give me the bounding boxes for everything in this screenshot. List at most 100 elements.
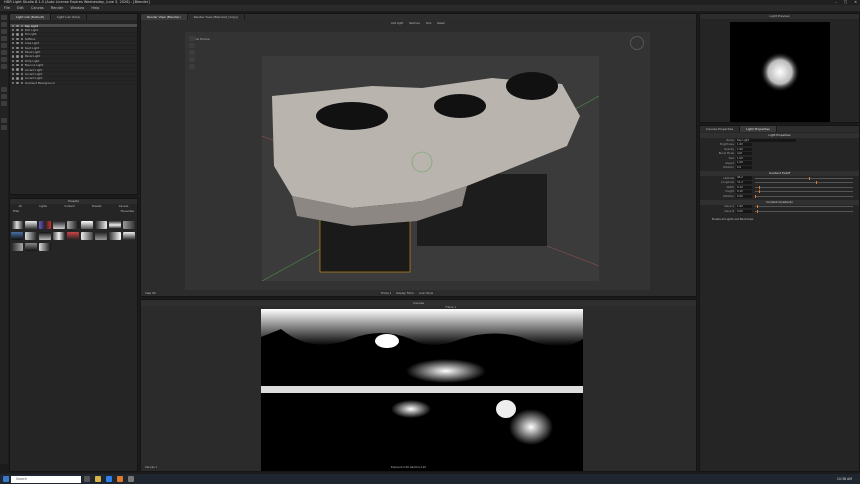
slider-knob[interactable] xyxy=(758,190,760,194)
solo-icon[interactable] xyxy=(16,59,19,62)
preset-thumbnail[interactable] xyxy=(39,221,51,229)
reset-button[interactable]: Reset xyxy=(437,22,444,25)
hdr-light-studio-app-icon[interactable] xyxy=(127,476,134,482)
lock-icon[interactable] xyxy=(20,68,23,71)
visibility-icon[interactable] xyxy=(12,28,15,32)
camera-tool-icon[interactable] xyxy=(1,94,7,99)
prop-slider[interactable] xyxy=(755,176,853,180)
slider-knob[interactable] xyxy=(808,176,810,180)
preset-thumbnail[interactable] xyxy=(123,221,135,229)
visibility-icon[interactable] xyxy=(12,77,15,80)
light-row[interactable]: Gradient Background xyxy=(10,81,137,86)
solo-icon[interactable] xyxy=(16,37,19,41)
solo-icon[interactable] xyxy=(16,50,19,54)
layer-tool-icon[interactable] xyxy=(1,64,7,69)
canvas-footer-left[interactable]: Canvas 1 xyxy=(145,466,157,469)
menu-canvas[interactable]: Canvas xyxy=(31,6,44,10)
prop-value[interactable]: Key Light xyxy=(736,138,796,142)
lock-icon[interactable] xyxy=(20,50,23,54)
help-tool-icon[interactable] xyxy=(1,125,7,130)
filter-label[interactable]: Filter xyxy=(13,210,19,213)
menu-render[interactable]: Render xyxy=(51,6,63,10)
windows-start-icon[interactable] xyxy=(2,476,9,482)
tab-render-view-copy[interactable]: Render View (Blender) (Copy) xyxy=(188,14,246,20)
tab-presets-lights[interactable]: Lights xyxy=(39,205,47,208)
lock-icon[interactable] xyxy=(20,59,23,62)
prop-value[interactable]: 31.4 xyxy=(736,181,752,185)
lock-icon[interactable] xyxy=(20,46,23,49)
view-tab[interactable]: View 3D xyxy=(145,292,156,295)
preset-thumbnail[interactable] xyxy=(25,232,37,240)
lock-icon[interactable] xyxy=(20,28,23,32)
lock-icon[interactable] xyxy=(20,55,23,58)
prop-value[interactable]: 1.00 xyxy=(736,205,752,209)
preset-thumbnail[interactable] xyxy=(95,232,107,240)
prop-value[interactable]: 40.2 xyxy=(736,176,752,180)
prop-value[interactable]: 0.10 xyxy=(736,190,752,194)
blender-app-icon[interactable] xyxy=(116,476,123,482)
preset-thumbnail[interactable] xyxy=(53,232,65,240)
solo-icon[interactable] xyxy=(16,46,19,49)
measure-tool-icon[interactable] xyxy=(189,64,195,69)
menu-window[interactable]: Window xyxy=(70,6,84,10)
move-tool-icon[interactable] xyxy=(189,43,195,48)
visibility-icon[interactable] xyxy=(12,46,15,49)
tab-presets-presets[interactable]: Presets xyxy=(92,205,101,208)
prop-slider[interactable] xyxy=(755,185,853,189)
solo-button[interactable]: Solo xyxy=(426,22,432,25)
preset-thumbnail[interactable] xyxy=(11,221,23,229)
preset-thumbnail[interactable] xyxy=(11,243,23,251)
prop-slider[interactable] xyxy=(755,181,853,185)
solo-icon[interactable] xyxy=(16,55,19,58)
move-tool-icon[interactable] xyxy=(1,22,7,27)
visibility-icon[interactable] xyxy=(12,50,15,54)
menu-file[interactable]: File xyxy=(4,6,10,10)
lock-icon[interactable] xyxy=(20,24,23,27)
light-tool-icon[interactable] xyxy=(1,50,7,55)
tab-presets-all[interactable]: All xyxy=(19,205,22,208)
preset-thumbnail[interactable] xyxy=(25,221,37,229)
rotate-tool-icon[interactable] xyxy=(189,50,195,55)
solo-icon[interactable] xyxy=(16,28,19,32)
visibility-icon[interactable] xyxy=(12,55,15,58)
solo-icon[interactable] xyxy=(16,77,19,80)
solo-icon[interactable] xyxy=(16,24,19,27)
tab-canvas-properties[interactable]: Canvas Properties xyxy=(700,126,741,132)
preset-thumbnail[interactable] xyxy=(109,232,121,240)
prop-value[interactable]: 0.0 xyxy=(736,166,752,170)
scale-tool-icon[interactable] xyxy=(189,57,195,62)
prop-value[interactable]: 0.00 xyxy=(736,209,752,213)
tab-light-list-solo[interactable]: Light List (Solo) xyxy=(51,14,88,20)
solo-icon[interactable] xyxy=(16,68,19,71)
paint-tool-icon[interactable] xyxy=(1,43,7,48)
prop-value[interactable]: 1.00 xyxy=(736,143,752,147)
prop-value[interactable]: Add xyxy=(736,152,752,156)
preset-thumbnail[interactable] xyxy=(81,232,93,240)
visibility-icon[interactable] xyxy=(12,33,15,36)
file-explorer-icon[interactable] xyxy=(94,476,101,482)
prop-slider[interactable] xyxy=(755,205,853,209)
preset-thumbnail[interactable] xyxy=(53,221,65,229)
solo-icon[interactable] xyxy=(16,72,19,76)
solo-icon[interactable] xyxy=(16,64,19,67)
visibility-icon[interactable] xyxy=(12,37,15,41)
task-view-icon[interactable] xyxy=(83,476,90,482)
preset-thumbnail[interactable] xyxy=(109,221,121,229)
lock-icon[interactable] xyxy=(20,37,23,41)
lock-icon[interactable] xyxy=(20,77,23,80)
tab-light-properties[interactable]: Light Properties xyxy=(740,126,777,132)
prop-value[interactable]: 1.00 xyxy=(736,156,752,161)
preset-thumbnail[interactable] xyxy=(123,232,135,240)
render-tool-icon[interactable] xyxy=(1,101,7,106)
rotate-tool-icon[interactable] xyxy=(1,29,7,34)
remove-button[interactable]: Remove xyxy=(409,22,420,25)
prop-slider[interactable] xyxy=(755,194,853,198)
tab-render-view[interactable]: Render View (Blender) xyxy=(141,14,188,20)
settings-tool-icon[interactable] xyxy=(1,118,7,123)
solo-icon[interactable] xyxy=(16,42,19,45)
favourites-label[interactable]: Favourites xyxy=(121,210,134,213)
preset-thumbnail[interactable] xyxy=(95,221,107,229)
cursor-tool-icon[interactable] xyxy=(189,36,195,41)
prop-slider[interactable] xyxy=(755,190,853,194)
prop-value[interactable]: 0.10 xyxy=(736,185,752,189)
